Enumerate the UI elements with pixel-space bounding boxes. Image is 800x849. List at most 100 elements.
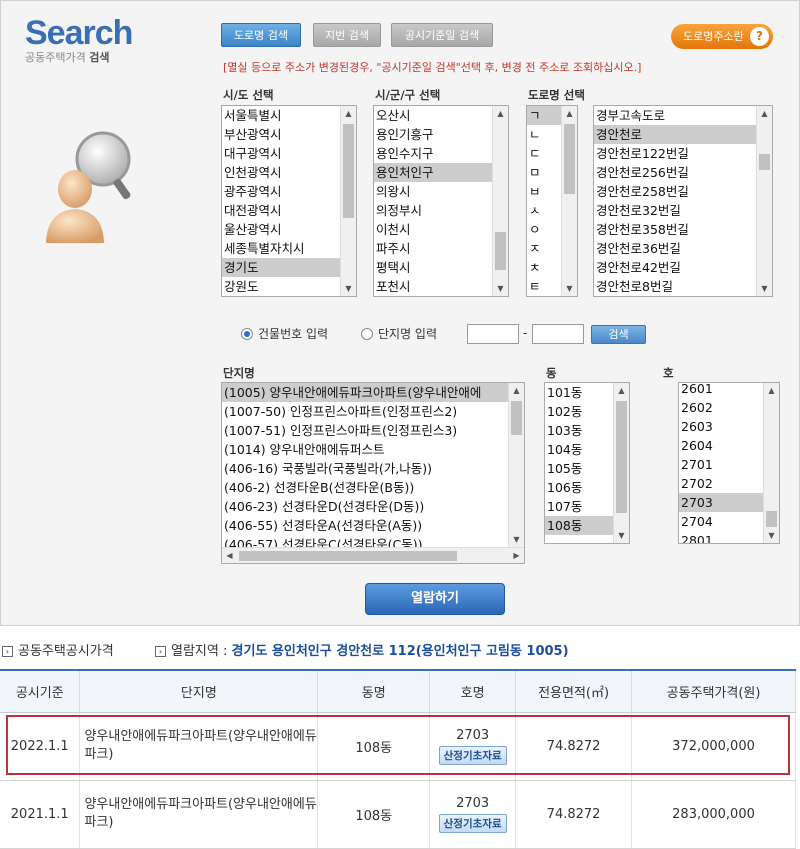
list-item[interactable]: 107동: [545, 497, 613, 516]
scroll-right-icon[interactable]: ▶: [509, 548, 524, 563]
view-button[interactable]: 열람하기: [365, 583, 505, 615]
scroll-up-icon[interactable]: ▲: [764, 383, 779, 398]
scroll-down-icon[interactable]: ▼: [764, 528, 779, 543]
list-item[interactable]: 인천광역시: [222, 163, 340, 182]
list-item[interactable]: 경안천로258번길: [594, 182, 756, 201]
sido-listbox[interactable]: 서울특별시 부산광역시 대구광역시 인천광역시 광주광역시 대전광역시 울산광역시 세종특별자…: [221, 105, 357, 297]
list-item[interactable]: 2601: [679, 383, 763, 398]
list-item[interactable]: ㅇ: [527, 220, 561, 239]
list-item[interactable]: (406-23) 선경타운D(선경타운(D동)): [222, 497, 508, 516]
list-item[interactable]: ㄴ: [527, 125, 561, 144]
vertical-scrollbar[interactable]: ▲ ▼: [756, 106, 772, 296]
list-item[interactable]: (1005) 양우내안애에듀파크아파트(양우내안애에: [222, 383, 508, 402]
list-item[interactable]: 용인기흥구: [374, 125, 492, 144]
scroll-up-icon[interactable]: ▲: [757, 106, 772, 121]
list-item[interactable]: (1014) 양우내안애에듀퍼스트: [222, 440, 508, 459]
list-item[interactable]: 105동: [545, 459, 613, 478]
scroll-down-icon[interactable]: ▼: [757, 281, 772, 296]
list-item[interactable]: 용인수지구: [374, 144, 492, 163]
list-item[interactable]: 울산광역시: [222, 220, 340, 239]
scroll-down-icon[interactable]: ▼: [509, 532, 524, 547]
list-item[interactable]: 경안천로8번길: [594, 277, 756, 296]
list-item[interactable]: 경안천로: [594, 125, 756, 144]
list-item[interactable]: 파주시: [374, 239, 492, 258]
list-item[interactable]: 경안천로32번길: [594, 201, 756, 220]
list-item[interactable]: 102동: [545, 402, 613, 421]
road-listbox[interactable]: 경부고속도로 경안천로 경안천로122번길 경안천로256번길 경안천로258번길 경안천…: [593, 105, 773, 297]
list-item[interactable]: 경기도: [222, 258, 340, 277]
list-item[interactable]: 103동: [545, 421, 613, 440]
list-item[interactable]: 용인처인구: [374, 163, 492, 182]
list-item[interactable]: 2604: [679, 436, 763, 455]
scroll-up-icon[interactable]: ▲: [614, 383, 629, 398]
scroll-down-icon[interactable]: ▼: [562, 281, 577, 296]
list-item[interactable]: 2704: [679, 512, 763, 531]
list-item[interactable]: 포천시: [374, 277, 492, 296]
scroll-up-icon[interactable]: ▲: [562, 106, 577, 121]
radio-button[interactable]: [361, 327, 373, 340]
list-item[interactable]: ㅂ: [527, 182, 561, 201]
list-item[interactable]: (1007-51) 인정프린스아파트(인정프린스3): [222, 421, 508, 440]
sigungu-listbox[interactable]: 오산시 용인기흥구 용인수지구 용인처인구 의왕시 의정부시 이천시 파주시 평택시 포천시 ▲ ▼: [373, 105, 509, 297]
list-item[interactable]: ㅈ: [527, 239, 561, 258]
radio-button-selected[interactable]: [241, 327, 253, 340]
list-item[interactable]: 세종특별자치시: [222, 239, 340, 258]
list-item[interactable]: (406-2) 선경타운B(선경타운(B동)): [222, 478, 508, 497]
list-item[interactable]: 의정부시: [374, 201, 492, 220]
scroll-thumb[interactable]: [511, 401, 522, 435]
list-item[interactable]: 서울특별시: [222, 106, 340, 125]
building-number-main-input[interactable]: [467, 324, 519, 344]
scroll-thumb[interactable]: [564, 124, 575, 194]
building-number-sub-input[interactable]: [532, 324, 584, 344]
scroll-up-icon[interactable]: ▲: [493, 106, 508, 121]
vertical-scrollbar[interactable]: ▲ ▼: [561, 106, 577, 296]
list-item[interactable]: 경안천로36번길: [594, 239, 756, 258]
scroll-down-icon[interactable]: ▼: [614, 528, 629, 543]
vertical-scrollbar[interactable]: ▲ ▼: [613, 383, 629, 543]
list-item[interactable]: 2703: [679, 493, 763, 512]
complex-listbox[interactable]: (1005) 양우내안애에듀파크아파트(양우내안애에 (1007-50) 인정프린…: [221, 382, 525, 564]
tab-date-search[interactable]: 공시기준일 검색: [391, 23, 493, 47]
list-item[interactable]: 의왕시: [374, 182, 492, 201]
list-item[interactable]: 경안천로256번길: [594, 163, 756, 182]
list-item[interactable]: ㅌ: [527, 277, 561, 296]
calculation-basis-button[interactable]: 산정기초자료: [438, 745, 507, 765]
list-item[interactable]: 경안천로358번길: [594, 220, 756, 239]
list-item[interactable]: ㅅ: [527, 201, 561, 220]
list-item[interactable]: 2801: [679, 531, 763, 543]
list-item[interactable]: 이천시: [374, 220, 492, 239]
radio-complex-name[interactable]: 단지명 입력: [361, 325, 437, 342]
list-item[interactable]: 광주광역시: [222, 182, 340, 201]
dong-listbox[interactable]: 101동 102동 103동 104동 105동 106동 107동 108동 ▲ ▼: [544, 382, 630, 544]
scroll-thumb[interactable]: [239, 551, 457, 561]
list-item[interactable]: ㄷ: [527, 144, 561, 163]
scroll-up-icon[interactable]: ▲: [509, 383, 524, 398]
search-button[interactable]: 검색: [591, 325, 646, 344]
list-item[interactable]: (406-16) 국풍빌라(국풍빌라(가,나동)): [222, 459, 508, 478]
list-item[interactable]: ㄱ: [527, 106, 561, 125]
list-item[interactable]: 2701: [679, 455, 763, 474]
list-item[interactable]: 오산시: [374, 106, 492, 125]
radio-building-number[interactable]: 건물번호 입력: [241, 325, 328, 342]
list-item[interactable]: 2702: [679, 474, 763, 493]
list-item[interactable]: ㅊ: [527, 258, 561, 277]
list-item[interactable]: 2603: [679, 417, 763, 436]
scroll-thumb[interactable]: [766, 511, 777, 527]
road-address-guide-button[interactable]: 도로명주소란?: [671, 24, 773, 49]
list-item[interactable]: 2602: [679, 398, 763, 417]
list-item[interactable]: (1007-50) 인정프린스아파트(인정프린스2): [222, 402, 508, 421]
vertical-scrollbar[interactable]: ▲ ▼: [763, 383, 779, 543]
calculation-basis-button[interactable]: 산정기초자료: [438, 813, 507, 833]
list-item[interactable]: (406-55) 선경타운A(선경타운(A동)): [222, 516, 508, 535]
scroll-thumb[interactable]: [343, 124, 354, 218]
scroll-thumb[interactable]: [495, 232, 506, 270]
list-item[interactable]: 대구광역시: [222, 144, 340, 163]
ho-listbox[interactable]: 2601260226032604270127022703270428012802…: [678, 382, 780, 544]
list-item[interactable]: 경안천로42번길: [594, 258, 756, 277]
vertical-scrollbar[interactable]: ▲ ▼: [340, 106, 356, 296]
list-item[interactable]: 경안천로122번길: [594, 144, 756, 163]
vertical-scrollbar[interactable]: ▲ ▼: [492, 106, 508, 296]
scroll-thumb[interactable]: [616, 401, 627, 513]
initial-consonant-listbox[interactable]: ㄱㄴㄷㅁㅂㅅㅇㅈㅊㅌ ▲ ▼: [526, 105, 578, 297]
list-item[interactable]: 평택시: [374, 258, 492, 277]
